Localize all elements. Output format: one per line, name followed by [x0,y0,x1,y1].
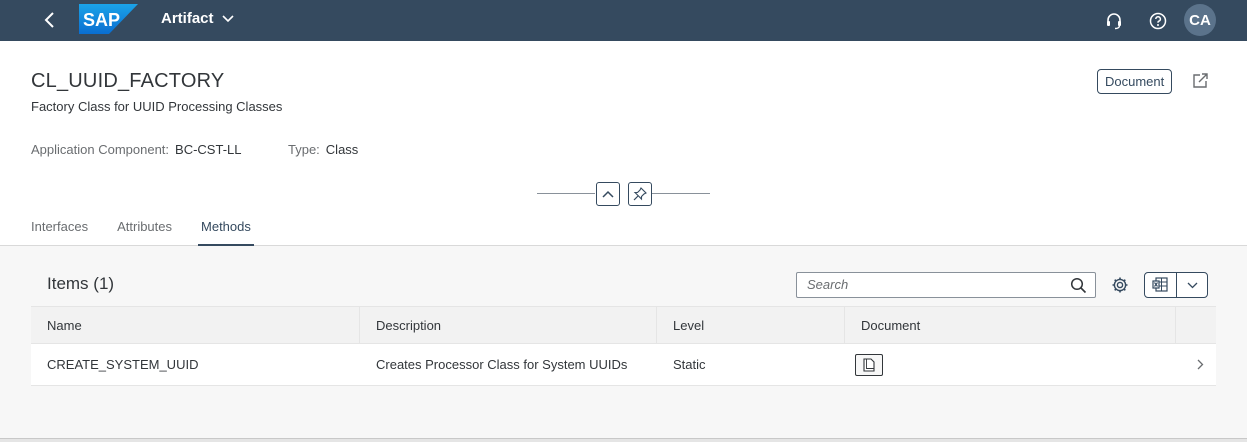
bottom-divider [0,438,1247,442]
application-component-value: BC-CST-LL [175,142,242,157]
svg-text:SAP: SAP [83,10,120,30]
help-button[interactable] [1145,8,1171,34]
tab-methods[interactable]: Methods [198,219,254,246]
chevron-up-icon [602,190,614,198]
tab-interfaces[interactable]: Interfaces [31,219,88,246]
column-header-description[interactable]: Description [360,307,657,343]
tab-attributes[interactable]: Attributes [117,219,172,246]
type-label: Type: [288,142,320,157]
type-value: Class [325,142,359,157]
support-button[interactable] [1101,8,1127,34]
chevron-down-icon [1187,282,1197,288]
header-divider-left [537,193,595,194]
column-header-name[interactable]: Name [31,307,360,343]
table-header: Name Description Level Document [31,306,1216,344]
table-settings-button[interactable] [1109,274,1131,296]
table-row[interactable]: CREATE_SYSTEM_UUID Creates Processor Cla… [31,344,1216,386]
column-header-document[interactable]: Document [845,307,1176,343]
method-name-cell: CREATE_SYSTEM_UUID [47,357,199,372]
avatar[interactable]: CA [1184,4,1216,36]
search-icon[interactable] [1070,277,1087,294]
method-description-cell: Creates Processor Class for System UUIDs [376,357,628,372]
header-divider-right [652,193,710,194]
pin-header-button[interactable] [628,182,652,206]
application-component-label: Application Component: [31,142,170,157]
collapse-header-button[interactable] [596,182,620,206]
method-document-cell [845,344,1176,385]
page-title: CL_UUID_FACTORY [31,70,225,92]
methods-table: Name Description Level Document CREATE_S… [31,306,1216,386]
page-subtitle: Factory Class for UUID Processing Classe… [31,99,283,114]
chevron-right-icon [1197,359,1204,370]
chevron-down-icon [221,14,234,22]
search-input[interactable] [807,277,1057,292]
method-document-button[interactable] [855,353,883,376]
headset-icon [1107,13,1121,30]
export-spreadsheet-icon [1151,277,1168,292]
export-menu-button [1144,272,1208,298]
gear-icon [1112,277,1128,293]
share-button[interactable] [1188,69,1212,93]
export-dropdown-button[interactable] [1177,273,1207,297]
sap-logo[interactable]: SAP [79,4,138,34]
shell-bar: SAP Artifact CA [0,0,1247,41]
application-component-attribute: Application Component: BC-CST-LL [31,142,242,157]
back-arrow-icon [44,12,54,28]
share-icon [1193,73,1208,88]
method-level-cell: Static [673,357,706,372]
export-button[interactable] [1145,273,1177,297]
pin-icon [633,187,647,201]
items-title: Items (1) [47,274,115,293]
app-title-menu[interactable]: Artifact [161,10,234,27]
column-header-level[interactable]: Level [657,307,845,343]
search-field[interactable] [796,272,1096,298]
back-button[interactable] [38,8,62,32]
document-icon [863,357,875,372]
document-button[interactable]: Document [1097,69,1173,94]
object-header: CL_UUID_FACTORY Factory Class for UUID P… [0,41,1247,246]
column-header-navigation [1176,307,1216,343]
app-title: Artifact [161,10,214,27]
tab-bar: Interfaces Attributes Methods [31,219,280,246]
row-navigation[interactable] [1176,344,1216,385]
help-icon [1149,12,1167,30]
type-attribute: Type: Class [288,142,358,157]
